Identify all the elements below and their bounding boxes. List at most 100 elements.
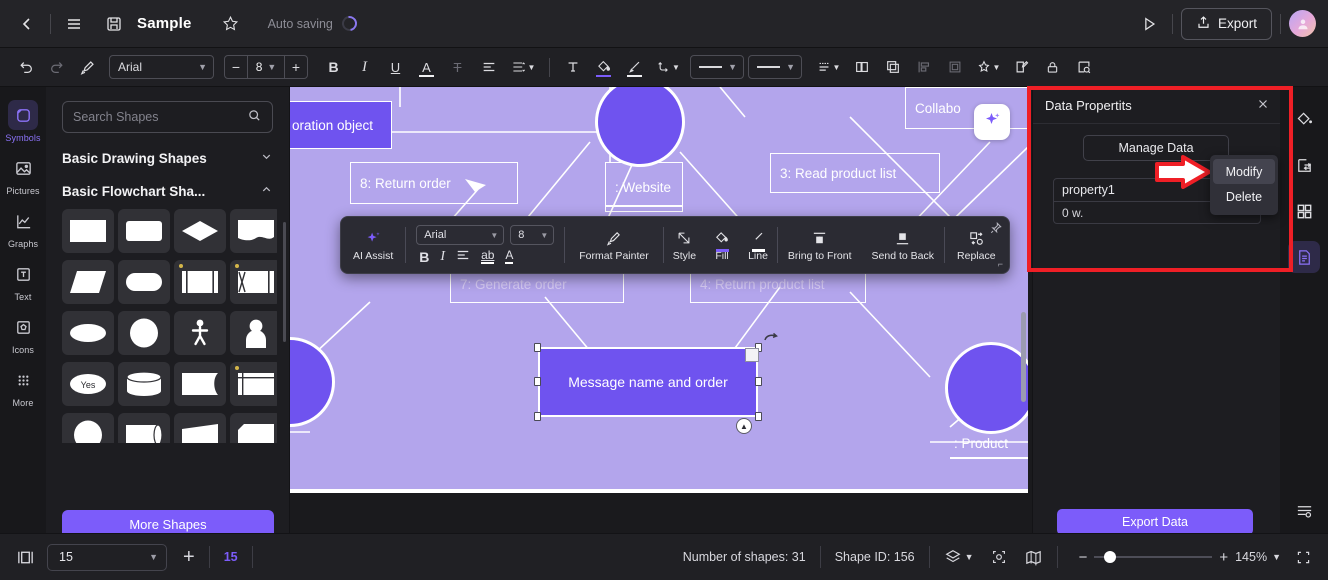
shape-menu-icon[interactable]: ▲ <box>736 418 752 434</box>
pin-icon[interactable] <box>990 221 1002 237</box>
resize-handle-mr[interactable] <box>755 377 762 386</box>
undo-icon[interactable] <box>12 54 39 80</box>
rail-fill-bucket-icon[interactable] <box>1288 103 1320 135</box>
zoom-in-button[interactable]: + <box>1212 549 1235 566</box>
shape-circle[interactable] <box>118 311 170 355</box>
layers-icon[interactable]: ▼ <box>944 548 974 566</box>
focus-icon[interactable] <box>990 548 1008 566</box>
shape-parallelogram[interactable] <box>62 260 114 304</box>
shape-predefined-process[interactable] <box>174 260 226 304</box>
shape-card[interactable] <box>230 413 277 443</box>
group-basic-flowchart-shapes[interactable]: Basic Flowchart Sha... <box>62 183 273 199</box>
sidebar-item-symbols[interactable]: Symbols <box>1 95 45 148</box>
ctx-font-size-select[interactable]: 8 ▼ <box>510 225 555 245</box>
zoom-knob[interactable] <box>1104 550 1117 563</box>
sidebar-item-icons[interactable]: Icons <box>1 307 45 360</box>
font-family-select[interactable]: Arial ▼ <box>109 55 214 79</box>
italic-button[interactable]: I <box>351 54 378 80</box>
sidebar-item-text[interactable]: Text <box>1 254 45 307</box>
shape-circle-2[interactable] <box>62 413 114 443</box>
shape-table[interactable] <box>230 362 277 406</box>
ctx-italic-button[interactable]: I <box>440 249 445 265</box>
ctx-format-painter-button[interactable]: Format Painter <box>565 217 662 273</box>
rotate-handle-icon[interactable] <box>762 330 782 350</box>
ctx-line-button[interactable]: Line <box>739 217 777 273</box>
add-page-button[interactable]: + <box>183 546 195 569</box>
sidebar-item-pictures[interactable]: Pictures <box>1 148 45 201</box>
back-icon[interactable] <box>12 9 42 39</box>
ctx-bold-button[interactable]: B <box>419 249 429 265</box>
diagram-circle-right[interactable] <box>945 342 1028 434</box>
zoom-out-button[interactable]: − <box>1072 549 1095 566</box>
export-data-button[interactable]: Export Data <box>1057 509 1253 535</box>
zoom-level[interactable]: 145% <box>1235 550 1267 564</box>
map-icon[interactable] <box>1024 548 1043 567</box>
context-menu-item-modify[interactable]: Modify <box>1213 159 1275 184</box>
ctx-fill-button[interactable]: Fill <box>705 217 739 273</box>
rail-settings-list-icon[interactable] <box>1288 495 1320 527</box>
shape-decision-yes[interactable]: Yes <box>62 362 114 406</box>
shape-rounded-rectangle[interactable] <box>118 209 170 253</box>
align-objects-icon[interactable] <box>910 54 937 80</box>
ctx-font-color-button[interactable]: A <box>505 248 514 265</box>
strikethrough-button[interactable]: T <box>444 54 471 80</box>
shape-panel-scrollbar[interactable] <box>283 222 286 342</box>
shape-trapezoid[interactable] <box>174 413 226 443</box>
ctx-send-to-back-button[interactable]: Send to Back <box>862 217 944 273</box>
sidebar-item-graphs[interactable]: Graphs <box>1 201 45 254</box>
font-size-value[interactable]: 8 ▼ <box>247 56 285 78</box>
redo-icon[interactable] <box>43 54 70 80</box>
search-input[interactable]: Search Shapes <box>62 101 273 133</box>
diagram-node-return-order[interactable]: 8: Return order <box>350 162 518 204</box>
shape-stadium[interactable] <box>118 260 170 304</box>
resize-handle-bl[interactable] <box>534 412 541 421</box>
diagram-canvas[interactable]: oration object 8: Return order : Website… <box>290 87 1028 493</box>
chevron-down-icon[interactable]: ▼ <box>1267 552 1281 562</box>
sidebar-item-more[interactable]: More <box>1 360 45 413</box>
zoom-track[interactable] <box>1094 550 1213 563</box>
rail-swap-panel-icon[interactable] <box>1288 149 1320 181</box>
shape-rectangle[interactable] <box>62 209 114 253</box>
ctx-align-icon[interactable] <box>456 248 470 265</box>
line-spacing-icon[interactable]: ▼ <box>506 54 540 80</box>
context-menu-item-delete[interactable]: Delete <box>1213 184 1275 209</box>
panel-toggle-icon[interactable] <box>16 548 35 567</box>
canvas-scrollbar-vertical[interactable] <box>1021 312 1026 402</box>
page-select[interactable]: 15 ▼ <box>47 543 167 571</box>
shape-cylinder[interactable] <box>118 362 170 406</box>
resize-handle-ml[interactable] <box>534 377 541 386</box>
hamburger-menu-icon[interactable] <box>59 9 89 39</box>
resize-handle-br[interactable] <box>755 412 762 421</box>
lock-icon[interactable] <box>1039 54 1066 80</box>
align-left-icon[interactable] <box>475 54 502 80</box>
shape-tape[interactable] <box>174 362 226 406</box>
floppy-save-icon[interactable] <box>99 9 129 39</box>
duplicate-icon[interactable] <box>848 54 875 80</box>
line-type-icon[interactable]: ▼ <box>812 54 844 80</box>
line-pen-icon[interactable] <box>621 54 648 80</box>
shape-ellipse[interactable] <box>62 311 114 355</box>
find-replace-icon[interactable] <box>1070 54 1097 80</box>
ctx-underline-button[interactable]: ab <box>481 248 495 265</box>
shape-actor[interactable] <box>174 311 226 355</box>
zoom-slider[interactable]: − + <box>1072 549 1236 566</box>
ctx-style-button[interactable]: Style <box>664 217 705 273</box>
text-box-icon[interactable] <box>559 54 586 80</box>
group-icon[interactable] <box>941 54 968 80</box>
diagram-node-read-product-list[interactable]: 3: Read product list <box>770 153 940 193</box>
bold-button[interactable]: B <box>320 54 347 80</box>
selected-shape[interactable]: Message name and order <box>538 347 758 417</box>
rail-data-document-icon[interactable] <box>1288 241 1320 273</box>
effects-icon[interactable]: ▼ <box>972 54 1004 80</box>
font-color-button[interactable]: A <box>413 54 440 80</box>
diagram-node-oration-object[interactable]: oration object <box>290 101 392 149</box>
format-painter-icon[interactable] <box>74 54 101 80</box>
shape-diamond[interactable] <box>174 209 226 253</box>
shape-direct-access[interactable] <box>118 413 170 443</box>
ai-assist-button[interactable]: AI Assist <box>341 217 405 273</box>
ctx-bring-to-front-button[interactable]: Bring to Front <box>778 217 862 273</box>
font-size-increase[interactable]: + <box>285 59 307 75</box>
connector-icon[interactable]: ▼ <box>652 54 684 80</box>
document-title[interactable]: Sample <box>137 15 192 32</box>
font-size-decrease[interactable]: − <box>225 59 247 75</box>
